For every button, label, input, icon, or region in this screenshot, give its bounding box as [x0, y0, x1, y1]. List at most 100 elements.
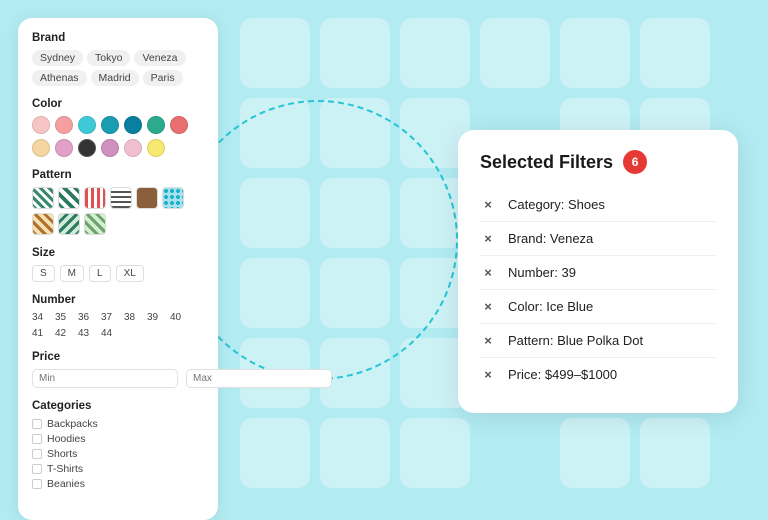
bg-tile	[480, 18, 550, 88]
brand-tag[interactable]: Paris	[143, 70, 183, 86]
color-swatch[interactable]	[55, 116, 73, 134]
remove-filter-button[interactable]: ×	[480, 299, 496, 314]
remove-filter-button[interactable]: ×	[480, 367, 496, 382]
color-swatch[interactable]	[170, 116, 188, 134]
category-checkbox[interactable]	[32, 419, 42, 429]
number-item[interactable]: 41	[32, 328, 50, 339]
filter-label: Pattern: Blue Polka Dot	[508, 333, 643, 348]
category-item[interactable]: Hoodies	[32, 433, 204, 445]
category-label: Backpacks	[47, 418, 98, 430]
number-item[interactable]: 37	[101, 312, 119, 323]
pattern-4[interactable]	[110, 187, 132, 209]
number-item[interactable]: 35	[55, 312, 73, 323]
pattern-section: Pattern	[32, 169, 204, 235]
pattern-2[interactable]	[58, 187, 80, 209]
number-item[interactable]: 40	[170, 312, 188, 323]
bg-tile	[240, 178, 310, 248]
remove-filter-button[interactable]: ×	[480, 333, 496, 348]
bg-tile	[320, 418, 390, 488]
number-item[interactable]: 38	[124, 312, 142, 323]
category-list: Backpacks Hoodies Shorts T-Shirts Beanies	[32, 418, 204, 490]
size-tag[interactable]: M	[60, 265, 84, 282]
selected-filter-item: × Pattern: Blue Polka Dot	[480, 324, 716, 358]
pattern-swatches	[32, 187, 204, 235]
pattern-5[interactable]	[136, 187, 158, 209]
brand-tag[interactable]: Madrid	[91, 70, 139, 86]
color-swatch[interactable]	[101, 139, 119, 157]
category-item[interactable]: Backpacks	[32, 418, 204, 430]
brand-tag[interactable]: Veneza	[134, 50, 185, 66]
category-label: T-Shirts	[47, 463, 83, 475]
remove-filter-button[interactable]: ×	[480, 265, 496, 280]
selected-filters-badge: 6	[623, 150, 647, 174]
brand-tag[interactable]: Athenas	[32, 70, 87, 86]
size-tags: SML XL	[32, 265, 204, 282]
bg-tile	[400, 418, 470, 488]
bg-tile	[560, 418, 630, 488]
color-swatch[interactable]	[78, 116, 96, 134]
category-item[interactable]: Beanies	[32, 478, 204, 490]
price-max-input[interactable]	[186, 369, 332, 388]
bg-tile	[640, 18, 710, 88]
color-swatch[interactable]	[101, 116, 119, 134]
selected-filter-item: ×Brand: Veneza	[480, 222, 716, 256]
number-item[interactable]: 42	[55, 328, 73, 339]
brand-section: Brand SydneyTokyoVeneza AthenasMadridPari…	[32, 32, 204, 86]
selected-filters-list: ×Category: Shoes×Brand: Veneza×Number: 3…	[480, 188, 716, 391]
selected-filters-card: Selected Filters 6 ×Category: Shoes×Bran…	[458, 130, 738, 413]
pattern-3[interactable]	[84, 187, 106, 209]
size-tag[interactable]: XL	[116, 265, 144, 282]
price-inputs	[32, 369, 204, 388]
bg-tile	[320, 258, 390, 328]
color-swatch[interactable]	[32, 116, 50, 134]
color-swatch[interactable]	[32, 139, 50, 157]
bg-tile	[640, 418, 710, 488]
bg-tile	[240, 418, 310, 488]
price-title: Price	[32, 351, 204, 363]
brand-title: Brand	[32, 32, 204, 44]
number-item[interactable]: 43	[78, 328, 96, 339]
pattern-6[interactable]	[162, 187, 184, 209]
color-swatch[interactable]	[55, 139, 73, 157]
pattern-9[interactable]	[84, 213, 106, 235]
selected-filter-item: ×Category: Shoes	[480, 188, 716, 222]
color-swatch[interactable]	[147, 116, 165, 134]
pattern-7[interactable]	[32, 213, 54, 235]
bg-tile	[240, 18, 310, 88]
category-checkbox[interactable]	[32, 434, 42, 444]
number-item[interactable]: 34	[32, 312, 50, 323]
size-tag[interactable]: S	[32, 265, 55, 282]
filter-panel: Brand SydneyTokyoVeneza AthenasMadridPari…	[18, 18, 218, 520]
bg-tile	[320, 178, 390, 248]
selected-filters-header: Selected Filters 6	[480, 150, 716, 174]
number-item[interactable]: 39	[147, 312, 165, 323]
remove-filter-button[interactable]: ×	[480, 231, 496, 246]
category-item[interactable]: T-Shirts	[32, 463, 204, 475]
color-swatch[interactable]	[124, 116, 142, 134]
number-item[interactable]: 36	[78, 312, 96, 323]
category-checkbox[interactable]	[32, 464, 42, 474]
bg-tile	[320, 98, 390, 168]
number-item[interactable]: 44	[101, 328, 119, 339]
filter-label: Color: Ice Blue	[508, 299, 593, 314]
size-tag[interactable]: L	[89, 265, 111, 282]
bg-tile	[320, 18, 390, 88]
color-swatch[interactable]	[78, 139, 96, 157]
remove-filter-button[interactable]: ×	[480, 197, 496, 212]
brand-tag[interactable]: Tokyo	[87, 50, 130, 66]
number-section: Number 3435363738394041424344	[32, 294, 204, 339]
dashed-circle-decoration	[178, 100, 458, 380]
color-swatches	[32, 116, 204, 157]
color-swatch[interactable]	[124, 139, 142, 157]
brand-tag[interactable]: Sydney	[32, 50, 83, 66]
category-item[interactable]: Shorts	[32, 448, 204, 460]
price-min-input[interactable]	[32, 369, 178, 388]
color-swatch[interactable]	[147, 139, 165, 157]
size-section: Size SMLXL	[32, 247, 204, 282]
pattern-8[interactable]	[58, 213, 80, 235]
selected-filter-item: × Color: Ice Blue	[480, 290, 716, 324]
category-checkbox[interactable]	[32, 479, 42, 489]
category-label: Shorts	[47, 448, 77, 460]
pattern-1[interactable]	[32, 187, 54, 209]
category-checkbox[interactable]	[32, 449, 42, 459]
